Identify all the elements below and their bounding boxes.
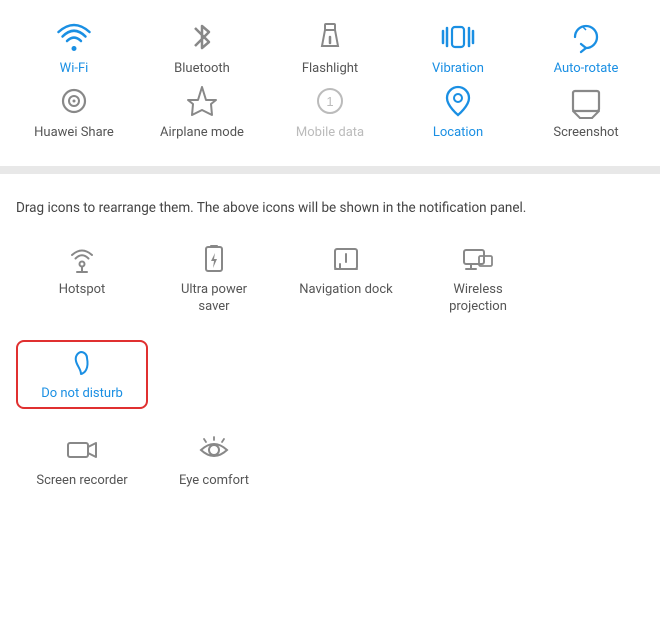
extra-icons-grid-row2: Screen recorder Eye comfort — [16, 427, 644, 514]
hotspot-label: Hotspot — [59, 282, 106, 299]
flashlight-icon — [311, 18, 349, 56]
ultrapowersaver-icon — [197, 242, 231, 276]
top-section: Wi-Fi Bluetooth Flashlight — [0, 0, 660, 156]
hotspot-icon — [65, 242, 99, 276]
section-divider — [0, 166, 660, 174]
autorotate-icon — [567, 18, 605, 56]
eyecomfort-toggle[interactable]: Eye comfort — [148, 427, 280, 496]
bluetooth-toggle[interactable]: Bluetooth — [142, 18, 262, 76]
location-label: Location — [433, 125, 483, 140]
screenrecorder-toggle[interactable]: Screen recorder — [16, 427, 148, 496]
extra-icons-grid: Hotspot Ultra powersaver Navigation dock — [16, 236, 644, 427]
huaweishare-toggle[interactable]: Huawei Share — [14, 82, 134, 140]
vibration-icon — [439, 18, 477, 56]
ultrapowersaver-label: Ultra powersaver — [181, 282, 247, 316]
huaweishare-label: Huawei Share — [34, 125, 114, 140]
screenrecorder-label: Screen recorder — [36, 473, 127, 490]
autorotate-label: Auto-rotate — [554, 61, 619, 76]
screenshot-toggle[interactable]: Screenshot — [526, 82, 646, 140]
vibration-label: Vibration — [432, 61, 484, 76]
huaweishare-icon — [55, 82, 93, 120]
ultrapowersaver-toggle[interactable]: Ultra powersaver — [148, 236, 280, 322]
navigationdock-label: Navigation dock — [299, 282, 392, 299]
wirelessprojection-icon — [461, 242, 495, 276]
screenshot-label: Screenshot — [553, 125, 618, 140]
flashlight-label: Flashlight — [302, 61, 358, 76]
wifi-icon — [55, 18, 93, 56]
hotspot-toggle[interactable]: Hotspot — [16, 236, 148, 322]
navigationdock-icon — [329, 242, 363, 276]
autorotate-toggle[interactable]: Auto-rotate — [526, 18, 646, 76]
wifi-label: Wi-Fi — [60, 61, 89, 76]
donotdisturb-icon — [65, 346, 99, 380]
mobiledata-icon: 1 — [311, 82, 349, 120]
flashlight-toggle[interactable]: Flashlight — [270, 18, 390, 76]
bottom-section: Drag icons to rearrange them. The above … — [0, 184, 660, 524]
vibration-toggle[interactable]: Vibration — [398, 18, 518, 76]
eyecomfort-icon — [197, 433, 231, 467]
svg-text:1: 1 — [326, 94, 333, 109]
donotdisturb-label: Do not disturb — [41, 386, 123, 403]
airplanemode-label: Airplane mode — [160, 125, 244, 140]
screenrecorder-icon — [65, 433, 99, 467]
eyecomfort-label: Eye comfort — [179, 473, 249, 490]
airplanemode-icon — [183, 82, 221, 120]
quick-settings-row-1: Wi-Fi Bluetooth Flashlight — [0, 18, 660, 76]
mobiledata-label: Mobile data — [296, 125, 364, 140]
wifi-toggle[interactable]: Wi-Fi — [14, 18, 134, 76]
location-icon — [439, 82, 477, 120]
wirelessprojection-label: Wirelessprojection — [449, 282, 507, 316]
airplanemode-toggle[interactable]: Airplane mode — [142, 82, 262, 140]
mobiledata-toggle[interactable]: 1 Mobile data — [270, 82, 390, 140]
wirelessprojection-toggle[interactable]: Wirelessprojection — [412, 236, 544, 322]
bluetooth-label: Bluetooth — [174, 61, 230, 76]
quick-settings-row-2: Huawei Share Airplane mode 1 Mobile data… — [0, 82, 660, 140]
drag-hint-text: Drag icons to rearrange them. The above … — [16, 198, 644, 218]
location-toggle[interactable]: Location — [398, 82, 518, 140]
bluetooth-icon — [183, 18, 221, 56]
screenshot-icon — [567, 82, 605, 120]
donotdisturb-toggle[interactable]: Do not disturb — [16, 340, 148, 409]
navigationdock-toggle[interactable]: Navigation dock — [280, 236, 412, 322]
